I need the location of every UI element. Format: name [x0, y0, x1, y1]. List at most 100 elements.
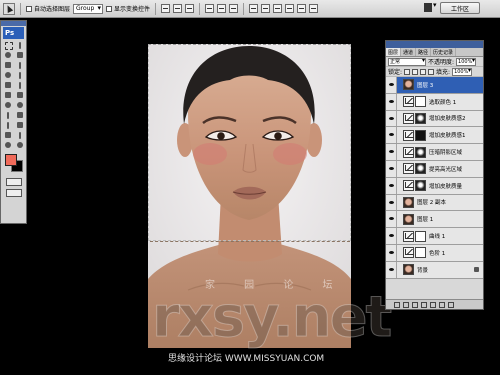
crop-tool-icon[interactable]	[3, 61, 14, 70]
lasso-tool-icon[interactable]	[3, 51, 14, 60]
visibility-eye-icon[interactable]	[386, 77, 397, 93]
adjustment-icon[interactable]	[403, 129, 414, 141]
lock-all-icon[interactable]	[428, 68, 435, 75]
show-transform-checkbox[interactable]: 显示变换控件	[106, 4, 150, 13]
pen-tool-icon[interactable]	[3, 111, 14, 120]
slice-tool-icon[interactable]	[15, 61, 26, 70]
layer-row[interactable]: 曲线 1	[386, 228, 483, 245]
blur-tool-icon[interactable]	[3, 101, 14, 110]
adjustment-icon[interactable]	[403, 146, 414, 158]
adjustment-icon[interactable]	[403, 230, 414, 242]
layer-row[interactable]: 压暗阴影区域	[386, 144, 483, 161]
adjustment-icon[interactable]	[403, 163, 414, 175]
visibility-eye-icon[interactable]	[386, 211, 397, 228]
distribute-middle-icon[interactable]	[261, 4, 271, 13]
gradient-tool-icon[interactable]	[15, 91, 26, 100]
align-middle-icon[interactable]	[173, 4, 183, 13]
visibility-eye-icon[interactable]	[386, 228, 397, 244]
layer-mask-thumbnail[interactable]	[415, 112, 426, 124]
visibility-eye-icon[interactable]	[386, 261, 397, 278]
opacity-input[interactable]: 100%	[456, 57, 477, 66]
layer-style-icon[interactable]	[403, 301, 409, 308]
distribute-top-icon[interactable]	[249, 4, 259, 13]
shape-tool-icon[interactable]	[15, 121, 26, 130]
healing-brush-icon[interactable]	[3, 71, 14, 80]
visibility-eye-icon[interactable]	[386, 110, 397, 127]
hand-tool-icon[interactable]	[3, 141, 14, 150]
dodge-tool-icon[interactable]	[15, 101, 26, 110]
layer-link-slot[interactable]	[397, 195, 403, 211]
layer-thumbnail[interactable]	[403, 79, 414, 91]
distribute-center-icon[interactable]	[297, 4, 307, 13]
tab-paths[interactable]: 路径	[416, 48, 432, 56]
tab-history[interactable]: 历史记录	[431, 48, 457, 56]
marquee-tool-icon[interactable]	[3, 41, 14, 50]
layer-row[interactable]: 图层 1	[386, 211, 483, 229]
layer-link-slot[interactable]	[397, 211, 403, 227]
quick-mask-icon[interactable]	[5, 178, 22, 186]
layer-mask-thumbnail[interactable]	[415, 180, 426, 192]
checkbox-box[interactable]	[26, 5, 32, 12]
visibility-eye-icon[interactable]	[386, 93, 397, 110]
distribute-right-icon[interactable]	[309, 4, 319, 13]
align-left-icon[interactable]	[205, 4, 215, 13]
layer-row[interactable]: 增加皮肤质感2	[386, 110, 483, 128]
visibility-eye-icon[interactable]	[386, 127, 397, 144]
adjustment-icon[interactable]	[403, 247, 414, 259]
auto-select-checkbox[interactable]: 自动选择图层	[26, 4, 70, 13]
layer-thumbnail[interactable]	[403, 264, 414, 276]
layer-mask-icon[interactable]	[412, 301, 418, 308]
lock-image-icon[interactable]	[412, 68, 419, 75]
visibility-eye-icon[interactable]	[386, 177, 397, 194]
layer-mask-thumbnail[interactable]	[415, 163, 426, 175]
layer-mask-thumbnail[interactable]	[415, 247, 426, 259]
magic-wand-icon[interactable]	[15, 51, 26, 60]
visibility-eye-icon[interactable]	[386, 144, 397, 160]
new-layer-icon[interactable]	[439, 301, 445, 308]
move-tool-icon[interactable]	[3, 2, 15, 15]
clone-stamp-icon[interactable]	[3, 81, 14, 90]
adjustment-layer-icon[interactable]	[421, 301, 427, 308]
layer-row[interactable]: 图层 2 副本	[386, 194, 483, 212]
layer-row[interactable]: 增加皮肤质量	[386, 177, 483, 195]
link-layers-icon[interactable]	[394, 301, 400, 308]
eraser-tool-icon[interactable]	[3, 91, 14, 100]
palette-well-icon[interactable]	[424, 1, 438, 14]
distribute-bottom-icon[interactable]	[273, 4, 283, 13]
adjustment-icon[interactable]	[403, 96, 414, 108]
layers-panel-titlebar[interactable]	[386, 41, 483, 48]
workspace-button[interactable]: 工作区	[440, 2, 480, 14]
tab-channels[interactable]: 通道	[401, 48, 417, 56]
visibility-eye-icon[interactable]	[386, 194, 397, 211]
align-center-icon[interactable]	[217, 4, 227, 13]
notes-tool-icon[interactable]	[3, 131, 14, 140]
new-group-icon[interactable]	[430, 301, 436, 308]
layer-row[interactable]: 色阶 1	[386, 244, 483, 262]
ps-logo[interactable]: Ps	[3, 27, 24, 39]
visibility-eye-icon[interactable]	[386, 160, 397, 177]
screen-mode-icon[interactable]	[5, 189, 22, 197]
visibility-eye-icon[interactable]	[386, 244, 397, 261]
lock-transparent-icon[interactable]	[404, 68, 411, 75]
layer-row[interactable]: 选取颜色 1	[386, 93, 483, 111]
tab-layers[interactable]: 图层	[386, 48, 402, 56]
blend-mode-select[interactable]: 正常	[388, 57, 426, 66]
tools-titlebar[interactable]	[1, 21, 26, 26]
layer-row[interactable]: 背景	[386, 261, 483, 279]
checkbox-box[interactable]	[106, 5, 113, 12]
fill-input[interactable]: 100%	[452, 67, 473, 76]
eyedropper-icon[interactable]	[15, 131, 26, 140]
foreground-color-swatch[interactable]	[5, 154, 17, 166]
move-tool-icon[interactable]	[15, 41, 26, 50]
path-select-icon[interactable]	[3, 121, 14, 130]
layer-row[interactable]: 图层 3	[386, 77, 483, 94]
layer-row[interactable]: 增加皮肤质感1	[386, 127, 483, 145]
layer-mask-thumbnail[interactable]	[415, 96, 426, 108]
distribute-left-icon[interactable]	[285, 4, 295, 13]
adjustment-icon[interactable]	[403, 112, 414, 124]
layer-thumbnail[interactable]	[403, 196, 414, 208]
zoom-tool-icon[interactable]	[15, 141, 26, 150]
align-right-icon[interactable]	[229, 4, 239, 13]
align-bottom-icon[interactable]	[185, 4, 195, 13]
history-brush-icon[interactable]	[15, 81, 26, 90]
